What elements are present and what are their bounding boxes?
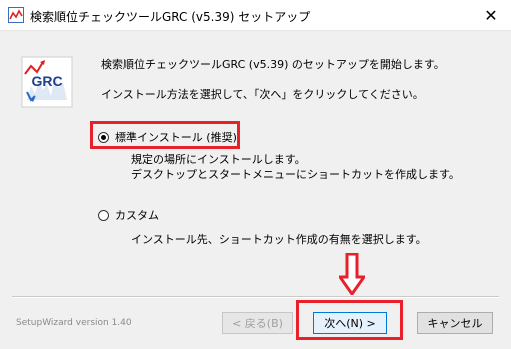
setup-window: 検索順位チェックツールGRC (v5.39) セットアップ ✕ GRC 検索順位… — [0, 0, 511, 349]
radio-custom-install[interactable]: カスタム — [98, 207, 159, 223]
radio-standard-install[interactable]: 標準インストール (推奨) — [98, 129, 237, 145]
title-bar: 検索順位チェックツールGRC (v5.39) セットアップ ✕ — [0, 0, 511, 31]
close-button[interactable]: ✕ — [471, 0, 511, 30]
grc-app-icon — [8, 7, 24, 23]
footer-separator — [12, 296, 499, 298]
option-desc-custom-1: インストール先、ショートカット作成の有無を選択します。 — [131, 233, 427, 246]
intro-text-1: 検索順位チェックツールGRC (v5.39) のセットアップを開始します。 — [101, 58, 445, 71]
close-icon: ✕ — [484, 5, 498, 25]
window-title: 検索順位チェックツールGRC (v5.39) セットアップ — [30, 10, 311, 24]
svg-text:GRC: GRC — [31, 73, 62, 89]
grc-logo-icon: GRC — [21, 56, 73, 108]
intro-text-2: インストール方法を選択して、「次へ」をクリックしてください。 — [101, 88, 424, 101]
radio-button-standard[interactable] — [98, 131, 109, 143]
option-desc-standard-2: デスクトップとスタートメニューにショートカットを作成します。 — [131, 168, 460, 181]
setupwizard-version: SetupWizard version 1.40 — [16, 318, 132, 328]
cancel-button[interactable]: キャンセル — [417, 312, 493, 334]
option-desc-standard-1: 規定の場所にインストールします。 — [131, 153, 306, 166]
down-arrow-icon — [339, 253, 365, 295]
radio-button-custom[interactable] — [98, 209, 109, 221]
next-button[interactable]: 次へ(N) > — [313, 312, 387, 334]
back-button[interactable]: < 戻る(B) — [222, 312, 293, 334]
option-label-custom: カスタム — [115, 209, 159, 222]
option-label-standard: 標準インストール (推奨) — [115, 131, 237, 144]
